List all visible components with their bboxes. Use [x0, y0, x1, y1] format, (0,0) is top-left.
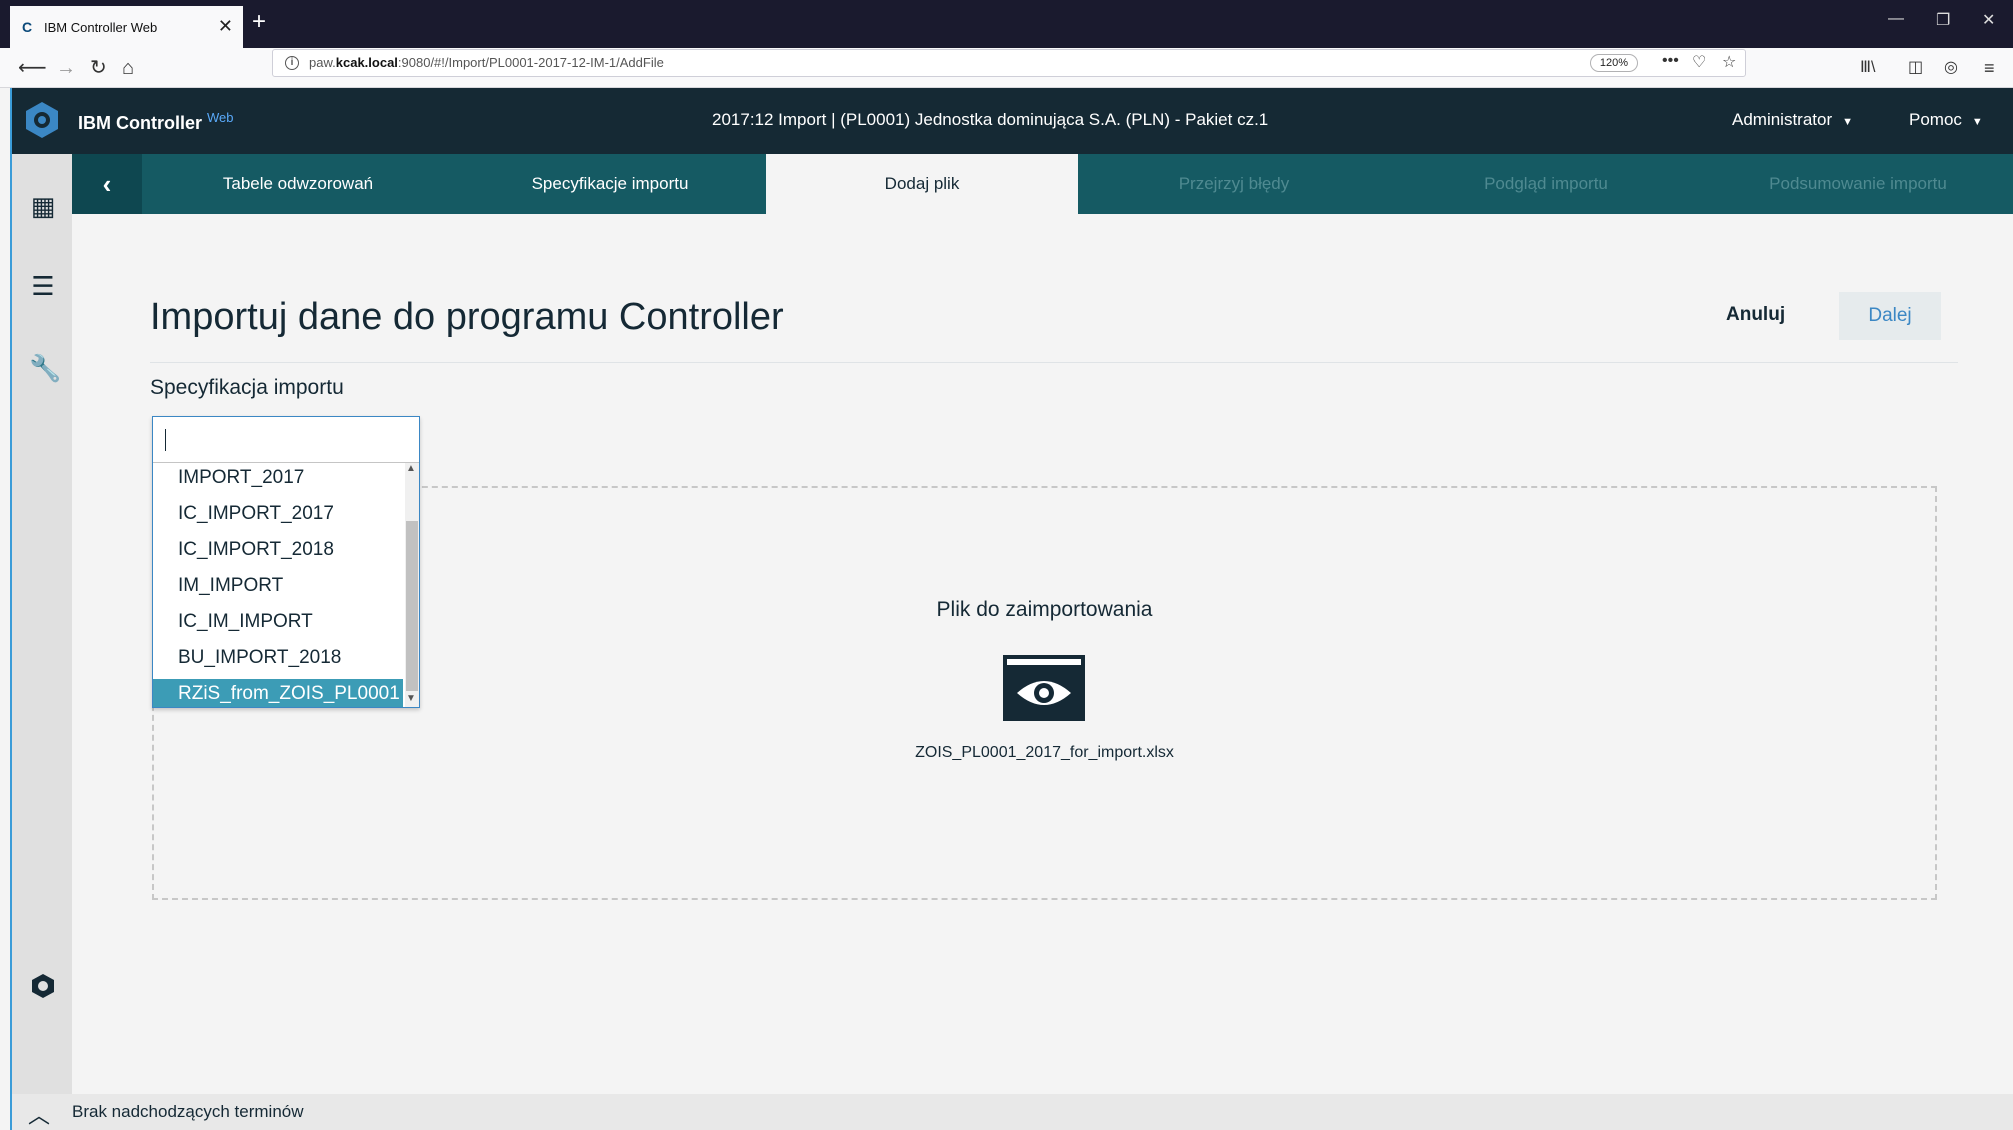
url-bar[interactable]: i paw.kcak.local:9080/#!/Import/PL0001-2… — [272, 49, 1746, 77]
brand-suffix: Web — [207, 110, 234, 125]
close-tab-icon[interactable]: ✕ — [218, 16, 233, 37]
app-brand: IBM Controller Web — [78, 110, 234, 134]
tab-import-preview: Podgląd importu — [1484, 174, 1608, 193]
chevron-down-icon: ▼ — [1842, 116, 1854, 128]
eye-icon[interactable] — [1003, 655, 1085, 721]
url-path: :9080/#!/Import/PL0001-2017-12-IM-1/AddF… — [397, 55, 664, 70]
chevron-up-icon[interactable]: ︿ — [28, 1098, 50, 1130]
grid-icon[interactable]: ▦ — [29, 192, 57, 220]
server-stack-icon[interactable]: ☰ — [29, 272, 57, 300]
new-tab-icon[interactable]: + — [252, 8, 266, 36]
wizard-back-button[interactable]: ‹ — [72, 154, 142, 214]
tab-import-summary: Podsumowanie importu — [1769, 174, 1947, 193]
list-item[interactable]: IMPORT_2017 — [153, 463, 403, 499]
list-item-selected[interactable]: RZiS_from_ZOIS_PL0001 — [153, 679, 403, 707]
close-window-icon[interactable]: ✕ — [1982, 10, 1995, 30]
scroll-down-icon[interactable]: ▼ — [406, 693, 416, 704]
help-menu[interactable]: Pomoc ▼ — [1909, 110, 1983, 130]
extension-icon[interactable]: ◎ — [1944, 56, 1958, 80]
list-item[interactable]: IC_IM_IMPORT — [153, 607, 403, 643]
bookmark-star-icon[interactable]: ☆ — [1722, 52, 1736, 72]
wrench-icon[interactable]: 🔧 — [29, 354, 61, 382]
menu-icon[interactable]: ≡ — [1984, 56, 1995, 80]
list-item[interactable]: IC_IMPORT_2018 — [153, 535, 403, 571]
page-actions-icon[interactable]: ••• — [1662, 52, 1679, 70]
dropdown-scrollbar[interactable]: ▲ ▼ — [405, 463, 419, 707]
browser-tab[interactable]: C IBM Controller Web ✕ — [10, 6, 243, 48]
ibm-controller-logo-icon — [26, 102, 58, 138]
user-name: Administrator — [1732, 110, 1833, 129]
file-name: ZOIS_PL0001_2017_for_import.xlsx — [915, 744, 1174, 761]
tab-add-file[interactable]: Dodaj plik — [766, 154, 1078, 214]
import-spec-combobox[interactable]: IMPORT_2017 IC_IMPORT_2017 IC_IMPORT_201… — [152, 416, 420, 708]
deadlines-text: Brak nadchodzących terminów — [72, 1102, 304, 1121]
import-context-title: 2017:12 Import | (PL0001) Jednostka domi… — [712, 110, 1269, 129]
reload-icon[interactable]: ↻ — [90, 56, 107, 80]
page-title: Importuj dane do programu Controller — [150, 296, 784, 338]
list-item[interactable]: IC_IMPORT_2017 — [153, 499, 403, 535]
home-icon[interactable]: ⌂ — [122, 56, 134, 80]
text-cursor — [165, 429, 166, 451]
settings-hex-icon[interactable] — [29, 972, 57, 1000]
cancel-button[interactable]: Anuluj — [1726, 304, 1785, 326]
tab-mapping-tables[interactable]: Tabele odwzorowań — [142, 154, 454, 214]
forward-icon[interactable]: → — [56, 56, 76, 80]
help-label: Pomoc — [1909, 110, 1962, 129]
deadlines-footer[interactable]: ︿ Brak nadchodzących terminów — [12, 1094, 2013, 1130]
import-spec-input[interactable] — [153, 417, 419, 463]
pocket-icon[interactable]: ♡ — [1692, 52, 1706, 72]
dropzone-title: Plik do zaimportowania — [936, 598, 1153, 621]
library-icon[interactable]: Ⅲ\ — [1860, 56, 1875, 80]
list-item[interactable]: IM_IMPORT — [153, 571, 403, 607]
user-menu[interactable]: Administrator ▼ — [1732, 110, 1853, 130]
sidebar: ▦ ☰ 🔧 — [12, 154, 72, 1130]
chevron-down-icon: ▼ — [1971, 116, 1983, 128]
url-host-prefix: paw. — [309, 55, 336, 70]
dropdown-list: IMPORT_2017 IC_IMPORT_2017 IC_IMPORT_201… — [153, 463, 403, 707]
next-button[interactable]: Dalej — [1839, 292, 1941, 340]
url-host: kcak.local — [335, 55, 398, 70]
browser-tab-bar: C IBM Controller Web ✕ + — ❐ ✕ — [0, 0, 2013, 48]
back-icon[interactable]: ⟵ — [18, 56, 47, 80]
scrollbar-thumb[interactable] — [406, 521, 418, 691]
minimize-icon[interactable]: — — [1888, 10, 1904, 28]
divider — [150, 362, 1958, 363]
zoom-indicator[interactable]: 120% — [1590, 54, 1638, 72]
import-spec-label: Specyfikacja importu — [150, 376, 344, 399]
tab-import-specs[interactable]: Specyfikacje importu — [454, 154, 766, 214]
scroll-up-icon[interactable]: ▲ — [406, 463, 416, 474]
browser-tab-title: IBM Controller Web — [44, 19, 158, 35]
brand-name: IBM Controller — [78, 113, 202, 133]
app-favicon-icon: C — [22, 19, 33, 35]
list-item[interactable]: BU_IMPORT_2018 — [153, 643, 403, 679]
wizard-nav: ‹ Tabele odwzorowań Specyfikacje importu… — [72, 154, 2013, 214]
app-header: IBM Controller Web 2017:12 Import | (PL0… — [12, 88, 2013, 154]
restore-icon[interactable]: ❐ — [1936, 10, 1950, 30]
site-info-icon[interactable]: i — [285, 56, 299, 70]
tab-review-errors: Przejrzyj błędy — [1178, 174, 1290, 193]
sidebar-toggle-icon[interactable]: ◫ — [1908, 56, 1923, 80]
app-root: IBM Controller Web 2017:12 Import | (PL0… — [10, 88, 2013, 1130]
